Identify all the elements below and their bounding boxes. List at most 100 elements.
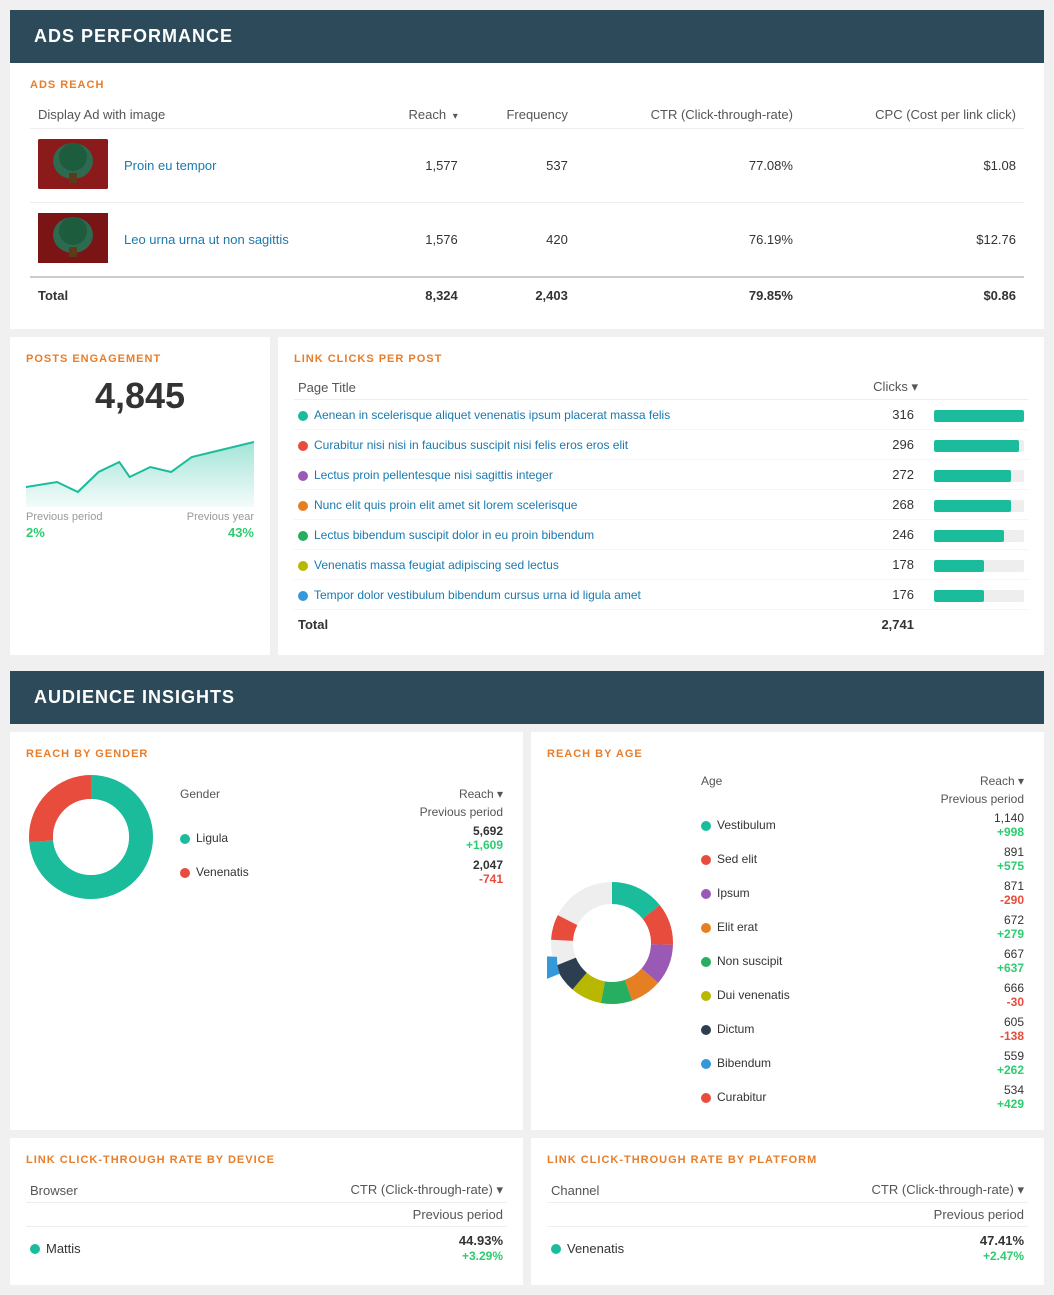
lc-title: Venenatis massa feugiat adipiscing sed l… [294,550,845,580]
age-name: Dui venenatis [697,978,867,1012]
gender-name: Venenatis [176,855,327,889]
link-clicks-row: Tempor dolor vestibulum bibendum cursus … [294,580,1028,610]
total-cpc: $0.86 [801,277,1024,313]
gender-row: Ligula 5,692+1,609 [176,821,507,855]
age-row: Ipsum 871-290 [697,876,1028,910]
age-row: Vestibulum 1,140+998 [697,808,1028,842]
lc-col-bar-spacer [922,375,1028,400]
age-row: Elit erat 672+279 [697,910,1028,944]
ctr-device-row: Mattis 44.93%+3.29% [26,1227,507,1270]
age-name: Curabitur [697,1080,867,1114]
ctr-platform-prev: Previous period [709,1203,1029,1227]
ad-row: Proin eu tempor1,57753777.08%$1.08 [30,129,1024,203]
lc-total-clicks: 2,741 [845,610,922,640]
lc-clicks: 296 [845,430,922,460]
age-row: Dui venenatis 666-30 [697,978,1028,1012]
lc-clicks: 272 [845,460,922,490]
ad-reach: 1,576 [373,203,466,278]
ctr-device-ctr-col[interactable]: CTR (Click-through-rate) ▾ [155,1178,507,1203]
gender-reach: 2,047-741 [327,855,507,889]
age-reach: 672+279 [867,910,1028,944]
year-change: 43% [228,525,254,540]
lc-bar [922,430,1028,460]
gender-col-header: Gender [176,785,327,803]
ad-cpc: $1.08 [801,129,1024,203]
age-row: Curabitur 534+429 [697,1080,1028,1114]
period-change: 2% [26,525,45,540]
reach-col-header[interactable]: Reach ▾ [327,785,507,803]
ctr-device-name: Mattis [26,1227,155,1270]
lc-col-clicks[interactable]: Clicks ▾ [845,375,922,400]
ctr-device-card: LINK CLICK-THROUGH RATE BY DEVICE Browse… [10,1138,523,1285]
ad-reach: 1,577 [373,129,466,203]
age-legend: Age Reach ▾ Previous period [697,772,1028,1114]
link-clicks-row: Venenatis massa feugiat adipiscing sed l… [294,550,1028,580]
ctr-device-table: Browser CTR (Click-through-rate) ▾ Previ… [26,1178,507,1269]
lc-clicks: 246 [845,520,922,550]
engagement-value: 4,845 [26,375,254,417]
lc-title: Curabitur nisi nisi in faucibus suscipit… [294,430,845,460]
ads-reach-table: Display Ad with image Reach ▾ Frequency … [30,101,1024,313]
link-clicks-row: Curabitur nisi nisi in faucibus suscipit… [294,430,1028,460]
lc-total-row: Total 2,741 [294,610,1028,640]
sparkline-labels: Previous period Previous year [26,511,254,523]
lc-total-label: Total [294,610,845,640]
ad-frequency: 420 [466,203,576,278]
clicks-sort-icon: ▾ [911,379,918,394]
ctr-platform-card: LINK CLICK-THROUGH RATE BY PLATFORM Chan… [531,1138,1044,1285]
age-donut-wrapper: Age Reach ▾ Previous period [547,772,1028,1114]
age-prev-period: Previous period [867,790,1028,808]
link-clicks-row: Lectus bibendum suscipit dolor in eu pro… [294,520,1028,550]
total-label: Total [30,277,373,313]
ctr-platform-ctr-col[interactable]: CTR (Click-through-rate) ▾ [709,1178,1029,1203]
lc-clicks: 176 [845,580,922,610]
total-reach: 8,324 [373,277,466,313]
ctr-platform-row: Venenatis 47.41%+2.47% [547,1227,1028,1270]
ad-ctr: 76.19% [576,203,801,278]
posts-engagement-card: POSTS ENGAGEMENT 4,845 Previous period [10,337,270,655]
ads-performance-header: ADS PERFORMANCE [10,10,1044,63]
age-reach: 891+575 [867,842,1028,876]
age-reach-col-header[interactable]: Reach ▾ [867,772,1028,790]
link-clicks-table: Page Title Clicks ▾ Aenean in scelerisqu… [294,375,1028,639]
total-ctr: 79.85% [576,277,801,313]
link-clicks-row: Nunc elit quis proin elit amet sit lorem… [294,490,1028,520]
age-reach: 666-30 [867,978,1028,1012]
age-name: Vestibulum [697,808,867,842]
age-reach: 605-138 [867,1012,1028,1046]
lc-title: Nunc elit quis proin elit amet sit lorem… [294,490,845,520]
gender-row: Venenatis 2,047-741 [176,855,507,889]
lc-title: Aenean in scelerisque aliquet venenatis … [294,400,845,430]
age-row: Dictum 605-138 [697,1012,1028,1046]
ad-image [38,139,108,189]
age-row: Non suscipit 667+637 [697,944,1028,978]
lc-col-page-title: Page Title [294,375,845,400]
age-reach: 534+429 [867,1080,1028,1114]
ad-title: Proin eu tempor [116,129,373,203]
ctr-channel-col: Channel [547,1178,709,1203]
ad-title: Leo urna urna ut non sagittis [116,203,373,278]
ctr-browser-col: Browser [26,1178,155,1203]
col-ctr: CTR (Click-through-rate) [576,101,801,129]
age-name: Elit erat [697,910,867,944]
lc-clicks: 316 [845,400,922,430]
gender-prev-period: Previous period [327,803,507,821]
ctr-device-value: 44.93%+3.29% [155,1227,507,1270]
col-reach[interactable]: Reach ▾ [373,101,466,129]
age-reach: 559+262 [867,1046,1028,1080]
age-name: Sed elit [697,842,867,876]
reach-by-gender-label: REACH BY GENDER [26,748,507,760]
lc-clicks: 268 [845,490,922,520]
ads-total-row: Total 8,324 2,403 79.85% $0.86 [30,277,1024,313]
reach-by-age-label: REACH BY AGE [547,748,1028,760]
ctr-platform-table: Channel CTR (Click-through-rate) ▾ Previ… [547,1178,1028,1269]
age-name: Dictum [697,1012,867,1046]
age-col-header: Age [697,772,867,790]
lc-clicks: 178 [845,550,922,580]
link-clicks-label: LINK CLICKS PER POST [294,353,1028,365]
lc-title: Tempor dolor vestibulum bibendum cursus … [294,580,845,610]
engagement-clicks-row: POSTS ENGAGEMENT 4,845 Previous period [10,337,1044,655]
link-clicks-row: Aenean in scelerisque aliquet venenatis … [294,400,1028,430]
ad-frequency: 537 [466,129,576,203]
lc-bar [922,550,1028,580]
